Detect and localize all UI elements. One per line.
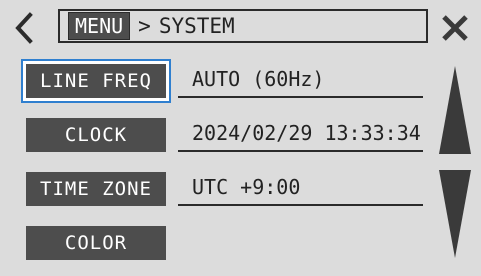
clock-button[interactable]: CLOCK xyxy=(26,118,166,152)
breadcrumb: MENU > SYSTEM xyxy=(58,9,428,43)
clock-value: 2024/02/29 13:33:34 xyxy=(178,116,423,152)
breadcrumb-separator: > xyxy=(138,14,151,38)
time-zone-value: UTC +9:00 xyxy=(178,170,423,206)
color-label: COLOR xyxy=(64,232,128,254)
back-button[interactable] xyxy=(6,8,42,48)
line-freq-label: LINE FREQ xyxy=(40,70,152,92)
time-zone-label: TIME ZONE xyxy=(40,178,152,200)
system-menu-screen: MENU > SYSTEM LINE FREQ AUTO (60Hz) CLOC… xyxy=(0,0,481,276)
line-freq-value: AUTO (60Hz) xyxy=(178,62,423,98)
breadcrumb-menu[interactable]: MENU xyxy=(68,12,131,40)
color-button[interactable]: COLOR xyxy=(26,226,166,260)
clock-label: CLOCK xyxy=(64,124,128,146)
line-freq-button[interactable]: LINE FREQ xyxy=(23,61,169,101)
scroll-down-button[interactable] xyxy=(437,168,473,260)
time-zone-button[interactable]: TIME ZONE xyxy=(26,172,166,206)
close-button[interactable] xyxy=(437,10,473,46)
triangle-up-icon xyxy=(439,66,471,154)
triangle-down-icon xyxy=(439,170,471,258)
close-icon xyxy=(442,15,468,41)
scroll-up-button[interactable] xyxy=(437,64,473,156)
breadcrumb-current: SYSTEM xyxy=(158,14,235,38)
chevron-left-icon xyxy=(15,12,33,44)
